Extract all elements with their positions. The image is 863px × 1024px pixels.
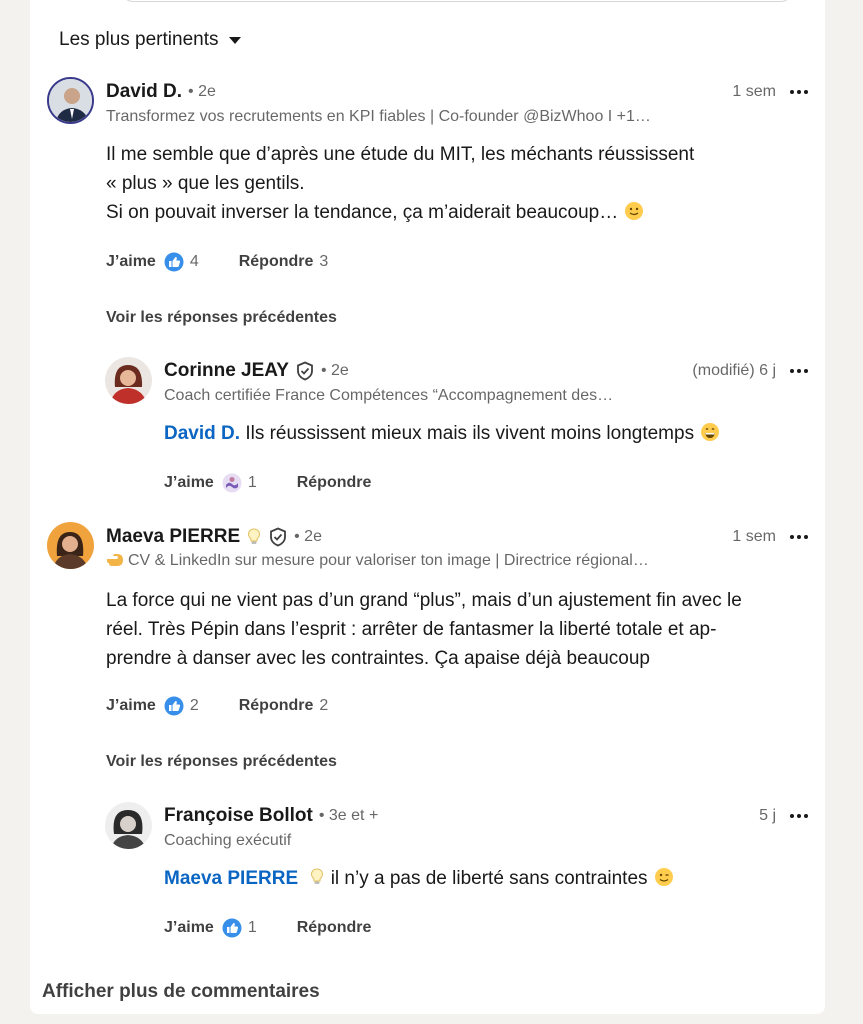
lightbulb-icon [309,867,325,887]
comment-text: La force qui ne vient pas d’un grand “pl… [106,586,816,673]
show-more-comments-button[interactable]: Afficher plus de commentaires [42,981,320,1003]
comment-line-text: Ils réussissent mieux mais ils vivent mo… [245,423,695,444]
author-headline: Transformez vos recrutements en KPI fiab… [106,108,651,125]
wink-emoji-icon [654,867,674,896]
reply-count: 2 [319,697,329,714]
reply-count: 3 [319,253,329,270]
grin-emoji-icon [700,422,720,451]
load-previous-replies[interactable]: Voir les réponses précédentes [106,753,337,771]
author-name[interactable]: Françoise Bollot [164,805,313,827]
avatar[interactable] [105,357,152,404]
support-reaction-icon[interactable] [222,473,242,493]
reply-button[interactable]: Répondre [239,697,314,715]
comment-text: Maeva PIERRE il n’y a pas de liberté san… [164,864,804,896]
verified-shield-icon [268,527,288,547]
avatar[interactable] [47,77,94,124]
comment-meta: 1 sem [732,82,808,102]
avatar-photo [47,522,94,569]
mention-link[interactable]: David D. [164,423,240,444]
comment-input-edge[interactable] [122,0,792,2]
like-reaction-icon[interactable] [164,696,184,716]
comment-line: Si on pouvait inverser la tendance, ça m… [106,198,806,230]
more-options-icon[interactable] [790,82,808,102]
avatar-photo [105,357,152,404]
comment-line: « plus » que les gentils. [106,173,305,194]
author-headline: CV & LinkedIn sur mesure pour valoriser … [106,552,726,572]
lightbulb-icon [246,527,262,547]
like-count: 2 [189,697,199,714]
reply-button[interactable]: Répondre [297,474,372,492]
comment-line-text: Si on pouvait inverser la tendance, ça m… [106,202,619,223]
more-options-icon[interactable] [790,806,808,826]
avatar[interactable] [105,802,152,849]
author-line: Françoise Bollot • 3e et + [164,805,378,827]
comment-actions: J’aime 4 Répondre 3 [106,252,328,272]
like-reaction-icon[interactable] [222,918,242,938]
author-name[interactable]: David D. [106,81,182,103]
connection-degree: • 2e [320,362,349,379]
mention-link[interactable]: Maeva PIERRE [164,868,298,889]
author-line: Corinne JEAY • 2e [164,360,349,382]
author-line: David D. • 2e [106,81,216,103]
comment-line: La force qui ne vient pas d’un grand “pl… [106,590,742,611]
like-button[interactable]: J’aime [164,474,214,492]
author-name[interactable]: Corinne JEAY [164,360,289,382]
more-options-icon[interactable] [790,527,808,547]
like-count: 1 [247,474,257,491]
comment-meta: (modifié) 6 j [692,361,808,381]
connection-degree: • 3e et + [318,807,379,824]
avatar[interactable] [47,522,94,569]
like-button[interactable]: J’aime [106,697,156,715]
like-button[interactable]: J’aime [106,253,156,271]
reply-button[interactable]: Répondre [239,253,314,271]
sort-label: Les plus pertinents [59,29,219,50]
reply-button[interactable]: Répondre [297,919,372,937]
load-previous-replies[interactable]: Voir les réponses précédentes [106,309,337,327]
timestamp: 1 sem [732,83,776,100]
caret-down-icon [228,36,241,44]
comment-text: David D. Ils réussissent mieux mais ils … [164,419,804,451]
comment-actions: J’aime 2 Répondre 2 [106,696,328,716]
avatar-photo [105,802,152,849]
comment-line: réel. Très Pépin dans l’esprit : arrêter… [106,619,717,640]
timestamp: (modifié) 6 j [692,362,776,379]
author-name[interactable]: Maeva PIERRE [106,526,240,548]
like-count: 1 [247,919,257,936]
more-options-icon[interactable] [790,361,808,381]
sort-dropdown[interactable]: Les plus pertinents [59,29,241,51]
comment-line: Il me semble que d’après une étude du MI… [106,144,695,165]
like-button[interactable]: J’aime [164,919,214,937]
pointing-hand-icon [106,553,124,572]
smile-emoji-icon [624,201,644,230]
comment-actions: J’aime 1 Répondre [164,918,371,938]
author-headline: Coach certifiée France Compétences “Acco… [164,387,614,404]
timestamp: 5 j [759,807,776,824]
author-headline-text: CV & LinkedIn sur mesure pour valoriser … [128,552,649,569]
comment-meta: 5 j [759,806,808,826]
author-line: Maeva PIERRE • 2e [106,526,322,548]
like-reaction-icon[interactable] [164,252,184,272]
comment-line-text: il n’y a pas de liberté sans contraintes [330,868,648,889]
comment-text: Il me semble que d’après une étude du MI… [106,140,806,230]
timestamp: 1 sem [732,528,776,545]
author-headline: Coaching exécutif [164,832,292,849]
verified-shield-icon [295,361,315,381]
like-count: 4 [189,253,199,270]
comment-actions: J’aime 1 Répondre [164,473,371,493]
connection-degree: • 2e [294,528,322,545]
comment-line: prendre à danser avec les contraintes. Ç… [106,648,650,669]
comment-meta: 1 sem [732,527,808,547]
connection-degree: • 2e [188,83,216,100]
